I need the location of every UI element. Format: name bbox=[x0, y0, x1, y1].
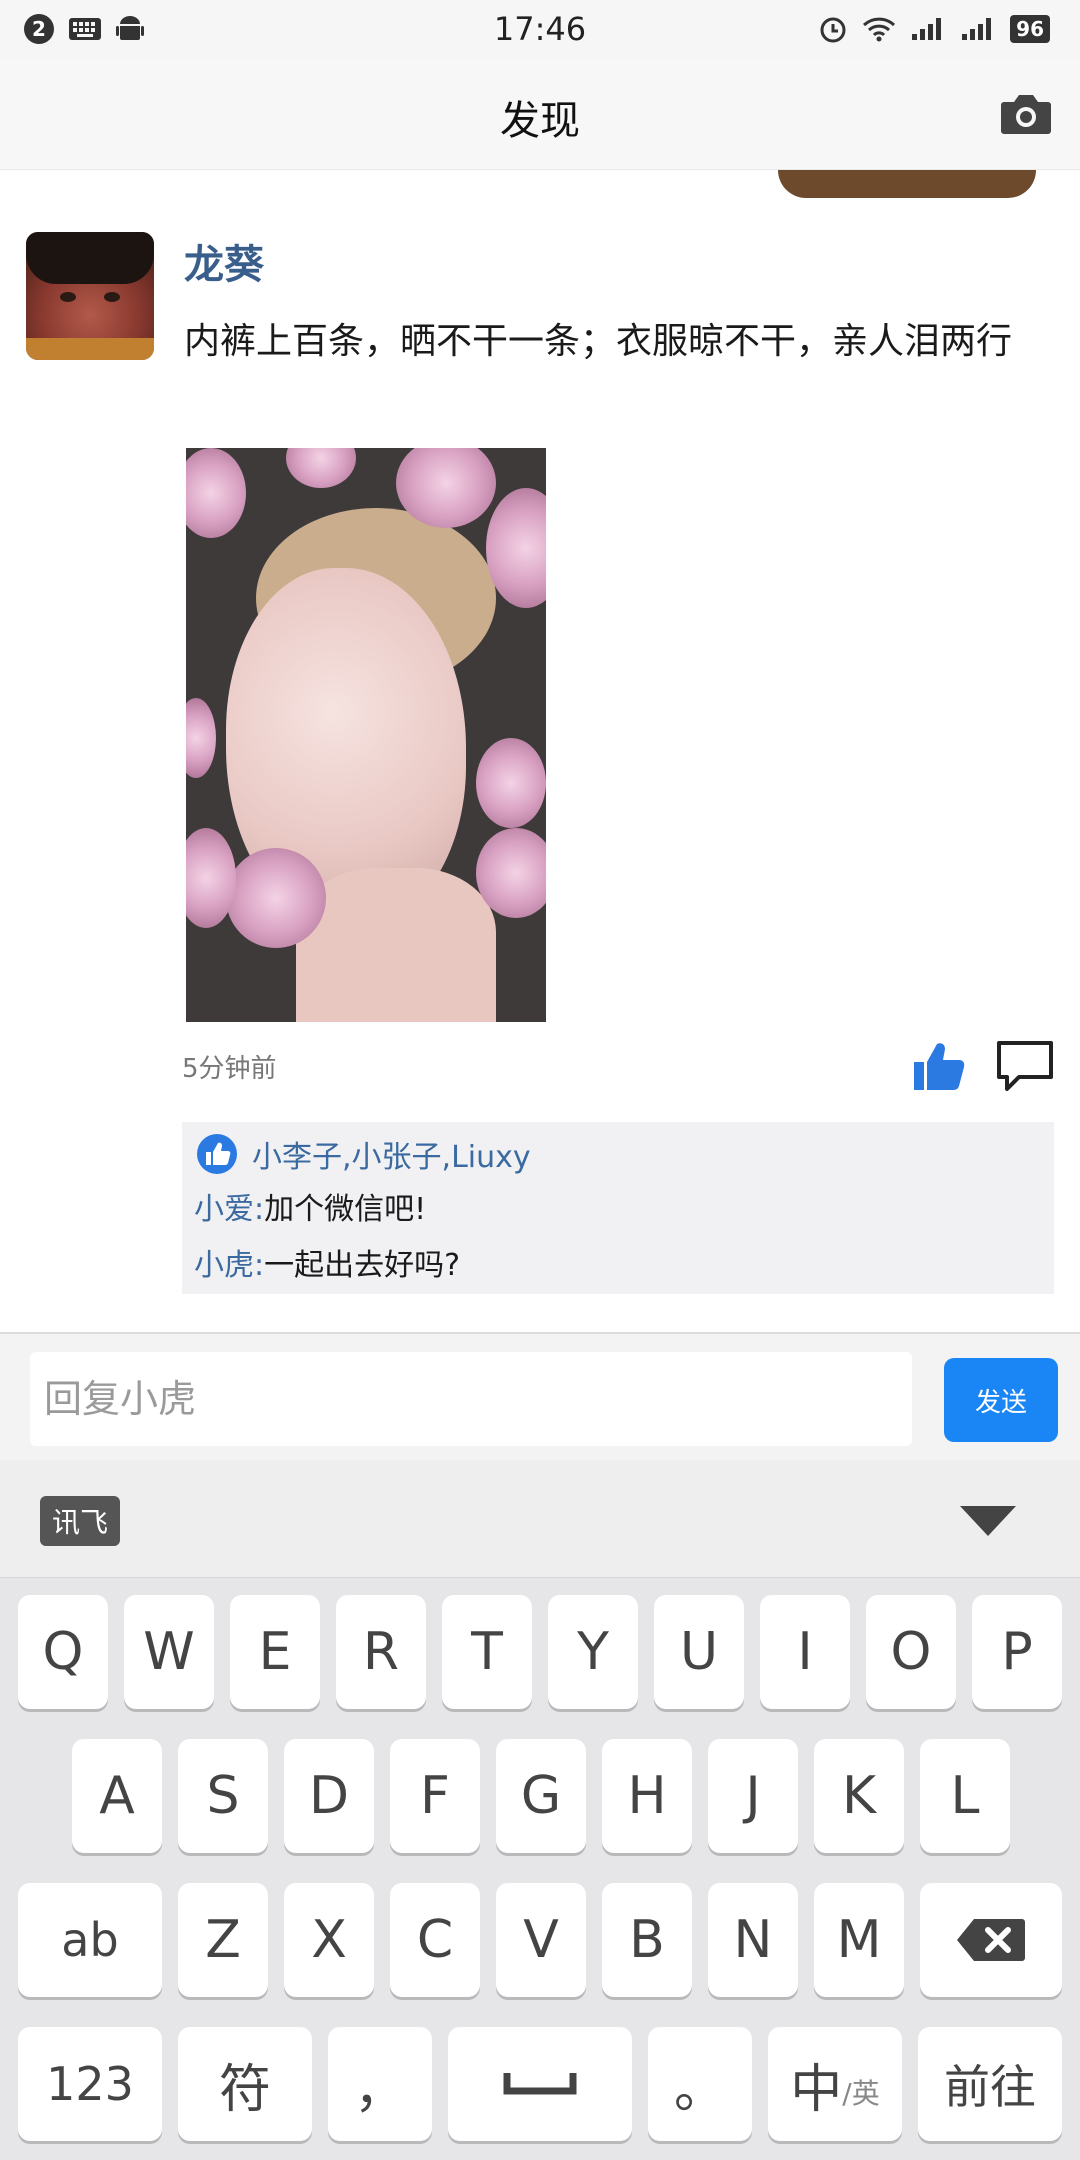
key-c[interactable]: C bbox=[390, 1883, 480, 1997]
avatar[interactable] bbox=[26, 232, 154, 360]
comment-user[interactable]: 小爱 bbox=[194, 1192, 254, 1227]
keyboard-toolbar: 讯飞 bbox=[0, 1460, 1080, 1578]
comment-item[interactable]: 小爱:加个微信吧! bbox=[194, 1184, 426, 1228]
key-language-switch[interactable]: 中/英 bbox=[768, 2027, 902, 2141]
key-p[interactable]: P bbox=[972, 1595, 1062, 1709]
post-photo[interactable] bbox=[186, 448, 546, 1022]
key-q[interactable]: Q bbox=[18, 1595, 108, 1709]
key-i[interactable]: I bbox=[760, 1595, 850, 1709]
signal-icon bbox=[912, 18, 942, 40]
comment-box: 小李子,小张子,Liuxy 小爱:加个微信吧! 小虎:一起出去好吗? bbox=[182, 1122, 1054, 1294]
comment-text: 一起出去好吗? bbox=[264, 1248, 461, 1283]
key-d[interactable]: D bbox=[284, 1739, 374, 1853]
key-u[interactable]: U bbox=[654, 1595, 744, 1709]
key-y[interactable]: Y bbox=[548, 1595, 638, 1709]
backspace-icon bbox=[957, 1919, 1025, 1961]
space-icon bbox=[503, 2073, 577, 2095]
battery-indicator: 96 bbox=[1010, 15, 1050, 43]
key-f[interactable]: F bbox=[390, 1739, 480, 1853]
lang-main-label: 中 bbox=[790, 2059, 843, 2120]
key-z[interactable]: Z bbox=[178, 1883, 268, 1997]
key-h[interactable]: H bbox=[602, 1739, 692, 1853]
author-name[interactable]: 龙葵 bbox=[184, 232, 264, 290]
reply-input[interactable] bbox=[30, 1352, 912, 1446]
post-text: 内裤上百条，晒不干一条；衣服晾不干，亲人泪两行 bbox=[184, 321, 1013, 362]
page-title: 发现 bbox=[500, 98, 580, 144]
key-g[interactable]: G bbox=[496, 1739, 586, 1853]
key-b[interactable]: B bbox=[602, 1883, 692, 1997]
key-n[interactable]: N bbox=[708, 1883, 798, 1997]
key-symbols[interactable]: 符 bbox=[178, 2027, 312, 2141]
like-circle-icon bbox=[197, 1134, 237, 1174]
key-backspace[interactable] bbox=[920, 1883, 1062, 1997]
key-period[interactable]: 。 bbox=[648, 2027, 752, 2141]
key-w[interactable]: W bbox=[124, 1595, 214, 1709]
key-l[interactable]: L bbox=[920, 1739, 1010, 1853]
key-x[interactable]: X bbox=[284, 1883, 374, 1997]
key-k[interactable]: K bbox=[814, 1739, 904, 1853]
alarm-icon bbox=[820, 17, 846, 43]
send-button[interactable]: 发送 bbox=[944, 1358, 1058, 1442]
signal-icon-2 bbox=[962, 18, 992, 40]
comment-user[interactable]: 小虎 bbox=[194, 1248, 254, 1283]
key-space[interactable] bbox=[448, 2027, 632, 2141]
ime-logo[interactable]: 讯飞 bbox=[40, 1496, 120, 1546]
key-comma[interactable]: ， bbox=[328, 2027, 432, 2141]
comment-item[interactable]: 小虎:一起出去好吗? bbox=[194, 1240, 460, 1284]
collapse-keyboard-icon[interactable] bbox=[960, 1506, 1016, 1536]
camera-icon[interactable] bbox=[1000, 90, 1052, 136]
key-v[interactable]: V bbox=[496, 1883, 586, 1997]
comment-separator: : bbox=[254, 1192, 265, 1227]
key-numbers[interactable]: 123 bbox=[18, 2027, 162, 2141]
cover-image-edge bbox=[778, 170, 1036, 198]
likes-row: 小李子,小张子,Liuxy bbox=[196, 1132, 531, 1176]
key-j[interactable]: J bbox=[708, 1739, 798, 1853]
key-m[interactable]: M bbox=[814, 1883, 904, 1997]
key-o[interactable]: O bbox=[866, 1595, 956, 1709]
status-bar: 2 17:46 96 bbox=[0, 0, 1080, 60]
comment-text: 加个微信吧! bbox=[264, 1192, 427, 1227]
comment-separator: : bbox=[254, 1248, 265, 1283]
key-s[interactable]: S bbox=[178, 1739, 268, 1853]
key-case-toggle[interactable]: ab bbox=[18, 1883, 162, 1997]
lang-sub-label: /英 bbox=[842, 2077, 880, 2110]
key-a[interactable]: A bbox=[72, 1739, 162, 1853]
comment-icon[interactable] bbox=[996, 1040, 1054, 1092]
post-timestamp: 5分钟前 bbox=[182, 1054, 277, 1084]
wifi-icon bbox=[863, 17, 896, 42]
key-e[interactable]: E bbox=[230, 1595, 320, 1709]
key-go[interactable]: 前往 bbox=[918, 2027, 1062, 2141]
soft-keyboard: 讯飞 Q W E R T Y U I O P A S D F G H J K L… bbox=[0, 1460, 1080, 2160]
thumbs-up-icon[interactable] bbox=[912, 1038, 968, 1094]
reply-bar: 发送 bbox=[0, 1332, 1080, 1460]
likes-names[interactable]: 小李子,小张子,Liuxy bbox=[252, 1132, 531, 1176]
app-header: 发现 bbox=[0, 60, 1080, 170]
key-t[interactable]: T bbox=[442, 1595, 532, 1709]
status-right: 96 bbox=[818, 14, 1050, 44]
key-r[interactable]: R bbox=[336, 1595, 426, 1709]
